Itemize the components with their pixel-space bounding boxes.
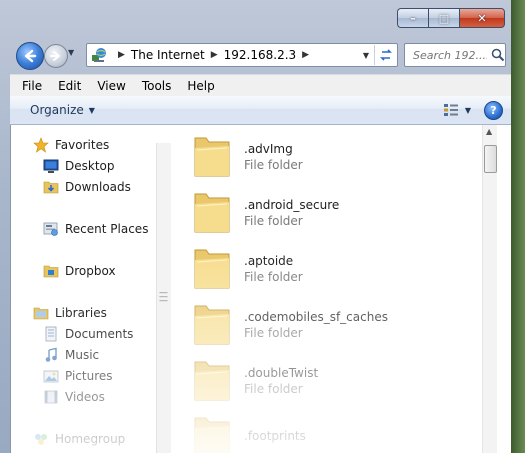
scroll-up-icon[interactable]: ▲ [486,127,492,136]
scrollbar-thumb[interactable] [484,145,497,173]
folder-icon [194,305,230,345]
nav-dropbox[interactable]: Dropbox [43,261,116,281]
address-history-dropdown[interactable]: ▼ [358,51,374,60]
caption-buttons: – □ ✕ [397,8,505,28]
nav-videos[interactable]: Videos [43,387,105,407]
folder-icon [194,249,230,289]
list-item[interactable]: .doubleTwist File folder [192,353,492,409]
file-type: File folder [244,158,303,172]
folder-icon [194,193,230,233]
file-type: File folder [244,326,303,340]
menu-bar: File Edit View Tools Help [10,74,511,97]
downloads-icon [43,181,59,194]
navigation-pane: Favorites Desktop Downloads Recent Place… [11,125,156,453]
menu-edit[interactable]: Edit [50,79,89,93]
minimize-icon: – [410,11,416,25]
file-type: File folder [244,270,303,284]
list-item[interactable]: .codemobiles_sf_caches File folder [192,297,492,353]
nav-libraries[interactable]: Libraries [33,303,107,323]
file-name: .doubleTwist [244,366,319,380]
folder-icon [194,137,230,177]
list-item[interactable]: .aptoide File folder [192,241,492,297]
search-icon[interactable] [491,48,505,62]
folder-icon [194,417,230,453]
forward-button[interactable] [44,44,68,68]
nav-documents[interactable]: Documents [43,324,133,344]
view-details-icon [443,104,458,116]
videos-icon [44,390,58,404]
menu-help[interactable]: Help [179,79,222,93]
nav-homegroup[interactable]: Homegroup [33,429,125,449]
file-type: File folder [244,382,303,396]
menu-file[interactable]: File [10,79,50,93]
back-button[interactable] [16,42,44,70]
maximize-icon: □ [438,11,450,25]
splitter-grip-icon[interactable]: — — — [159,289,168,306]
folder-icon [194,361,230,401]
file-type: File folder [244,214,303,228]
desktop-icon [43,159,59,173]
help-button[interactable]: ? [484,101,503,120]
documents-icon [45,326,57,342]
organize-label: Organize [30,103,84,117]
close-icon: ✕ [477,11,487,25]
refresh-icon [380,49,392,61]
back-arrow-icon [24,49,37,63]
nav-recent-places[interactable]: Recent Places [43,219,148,239]
search-box[interactable] [404,43,506,67]
address-separator-icon[interactable]: ▶ [296,50,315,60]
desktop-background [511,0,525,453]
command-bar: Organize ▼ ▼ ? [10,96,511,125]
nav-desktop[interactable]: Desktop [43,156,115,176]
maximize-button[interactable]: □ [428,8,459,28]
network-globe-icon [92,48,106,62]
list-item[interactable]: .footprints [192,409,492,453]
libraries-icon [33,307,49,320]
minimize-button[interactable]: – [397,8,428,28]
music-icon [45,347,57,362]
file-list-scrollbar[interactable]: ▲ [482,125,497,453]
address-segment-ip[interactable]: 192.168.2.3 [224,48,297,62]
nav-downloads[interactable]: Downloads [43,177,131,197]
address-segment-internet[interactable]: The Internet [131,48,205,62]
organize-button[interactable]: Organize ▼ [30,103,95,117]
list-item[interactable]: .advImg File folder [192,129,492,185]
recent-pages-dropdown[interactable]: ▼ [68,48,74,57]
nav-pictures[interactable]: Pictures [43,366,113,386]
address-bar[interactable]: ▶ The Internet ▶ 192.168.2.3 ▶ ▼ [86,43,398,67]
navigation-pane-scrollbar[interactable]: — — — [156,143,171,453]
chevron-down-icon: ▼ [464,105,471,115]
menu-view[interactable]: View [89,79,133,93]
nav-favorites[interactable]: Favorites [33,135,109,155]
refresh-button[interactable] [374,45,397,65]
search-input[interactable] [411,47,489,63]
list-item[interactable]: .android_secure File folder [192,185,492,241]
file-list: .advImg File folder .android_secure File… [174,125,497,453]
pictures-icon [43,370,59,383]
chevron-down-icon: ▼ [88,105,95,115]
homegroup-icon [35,434,47,445]
file-name: .codemobiles_sf_caches [244,310,388,324]
address-separator-icon[interactable]: ▶ [205,50,224,60]
star-icon [33,137,49,153]
nav-music[interactable]: Music [43,345,99,365]
navigation-bar: ▼ ▶ The Internet ▶ 192.168.2.3 ▶ ▼ [10,38,511,72]
file-name: .footprints [244,429,306,443]
address-separator-icon[interactable]: ▶ [112,50,131,60]
explorer-body: Favorites Desktop Downloads Recent Place… [10,125,511,453]
forward-arrow-icon [50,51,60,61]
recent-places-icon [43,222,58,236]
change-view-button[interactable]: ▼ [443,103,471,117]
dropbox-folder-icon [43,265,59,278]
close-button[interactable]: ✕ [459,8,505,28]
file-name: .advImg [244,142,293,156]
file-name: .aptoide [244,254,294,268]
menu-tools[interactable]: Tools [134,79,180,93]
help-icon: ? [490,104,497,117]
file-name: .android_secure [244,198,340,212]
